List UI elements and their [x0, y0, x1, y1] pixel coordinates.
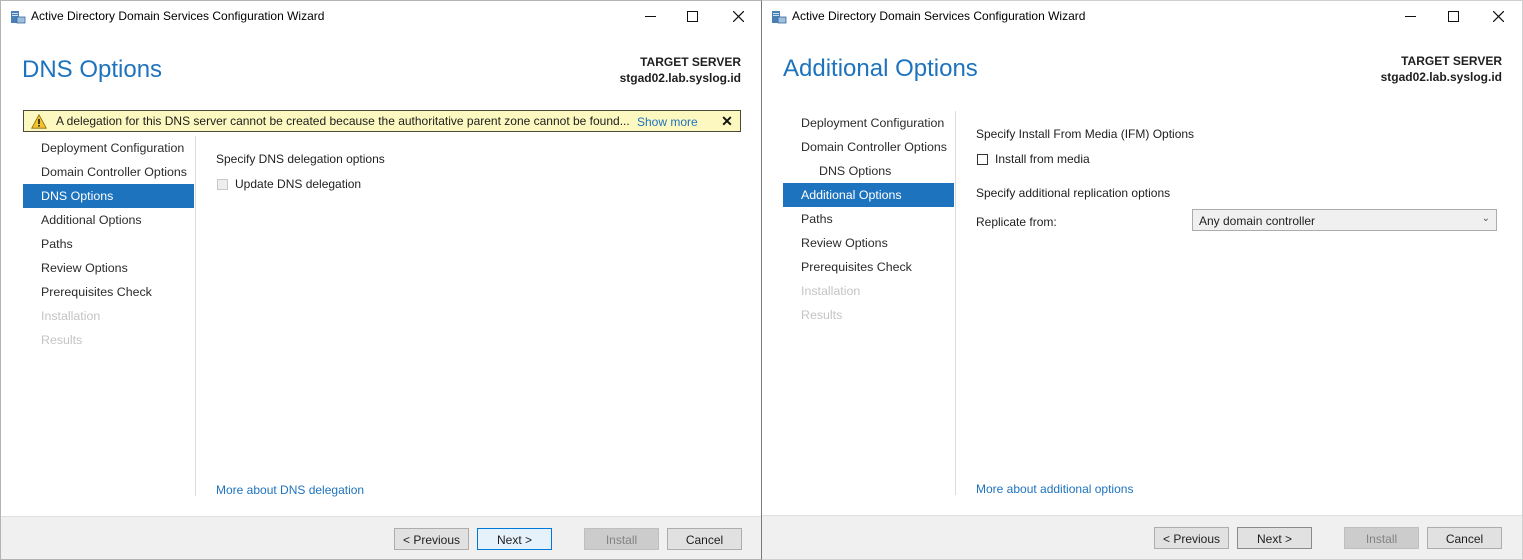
nav-item-dns-options[interactable]: DNS Options	[23, 184, 194, 208]
install-button[interactable]: Install	[1344, 527, 1419, 549]
show-more-link[interactable]: Show more	[637, 115, 698, 129]
wizard-nav: Deployment Configuration Domain Controll…	[783, 111, 954, 327]
nav-item-paths[interactable]: Paths	[23, 232, 194, 256]
nav-divider	[955, 111, 956, 495]
wizard-window-dns-options: Active Directory Domain Services Configu…	[0, 0, 762, 560]
more-about-dns-delegation-link[interactable]: More about DNS delegation	[216, 483, 364, 497]
minimize-icon[interactable]	[635, 5, 665, 27]
close-icon[interactable]: ✕	[717, 111, 737, 131]
close-icon[interactable]	[723, 5, 753, 27]
replicate-from-value: Any domain controller	[1199, 214, 1316, 228]
cancel-button[interactable]: Cancel	[1427, 527, 1502, 549]
install-from-media-label: Install from media	[995, 152, 1090, 166]
next-button[interactable]: Next >	[1237, 527, 1312, 549]
nav-item-paths[interactable]: Paths	[783, 207, 954, 231]
replicate-from-dropdown[interactable]: Any domain controller ⌄	[1192, 209, 1497, 231]
nav-item-results: Results	[41, 333, 83, 347]
nav-item-installation: Installation	[801, 284, 861, 298]
server-manager-icon	[772, 11, 787, 24]
close-icon[interactable]	[1483, 5, 1513, 27]
update-dns-delegation-label: Update DNS delegation	[235, 177, 362, 191]
wizard-footer: < Previous Next > Install Cancel	[1, 516, 761, 559]
maximize-icon[interactable]	[1438, 5, 1468, 27]
nav-item-additional-options[interactable]: Additional Options	[783, 183, 954, 207]
cancel-button[interactable]: Cancel	[667, 528, 742, 550]
previous-button[interactable]: < Previous	[1154, 527, 1229, 549]
nav-item-domain-controller-options[interactable]: Domain Controller Options	[783, 135, 954, 159]
nav-item-prerequisites-check[interactable]: Prerequisites Check	[783, 255, 954, 279]
nav-item-installation: Installation	[41, 309, 101, 323]
nav-item-additional-options[interactable]: Additional Options	[23, 208, 194, 232]
minimize-icon[interactable]	[1395, 5, 1425, 27]
nav-item-dns-options[interactable]: DNS Options	[783, 159, 954, 183]
target-server-label: TARGET SERVER	[640, 55, 741, 69]
warning-bar: A delegation for this DNS server cannot …	[23, 110, 741, 132]
install-button[interactable]: Install	[584, 528, 659, 550]
nav-item-domain-controller-options[interactable]: Domain Controller Options	[23, 160, 194, 184]
wizard-footer: < Previous Next > Install Cancel	[762, 515, 1522, 559]
warning-triangle-icon	[31, 114, 47, 129]
page-title: DNS Options	[22, 56, 163, 83]
install-from-media-row: Install from media	[977, 152, 1090, 166]
title-bar[interactable]: Active Directory Domain Services Configu…	[762, 1, 1522, 32]
window-title: Active Directory Domain Services Configu…	[792, 9, 1086, 23]
ifm-section-label: Specify Install From Media (IFM) Options	[976, 127, 1195, 141]
wizard-window-additional-options: Active Directory Domain Services Configu…	[762, 0, 1523, 560]
dns-delegation-section-label: Specify DNS delegation options	[216, 152, 385, 166]
nav-divider	[195, 136, 196, 496]
update-dns-delegation-row: Update DNS delegation	[217, 177, 361, 191]
target-server-label: TARGET SERVER	[1401, 54, 1502, 68]
previous-button[interactable]: < Previous	[394, 528, 469, 550]
more-about-additional-options-link[interactable]: More about additional options	[976, 482, 1133, 496]
target-server-name: stgad02.lab.syslog.id	[619, 71, 741, 85]
nav-item-results: Results	[801, 308, 843, 322]
nav-item-review-options[interactable]: Review Options	[783, 231, 954, 255]
nav-item-prerequisites-check[interactable]: Prerequisites Check	[23, 280, 194, 304]
server-manager-icon	[11, 11, 26, 24]
nav-item-review-options[interactable]: Review Options	[23, 256, 194, 280]
install-from-media-checkbox[interactable]	[977, 153, 988, 165]
replicate-from-label: Replicate from:	[976, 215, 1057, 229]
replication-section-label: Specify additional replication options	[976, 186, 1171, 200]
next-button[interactable]: Next >	[477, 528, 552, 550]
title-bar[interactable]: Active Directory Domain Services Configu…	[1, 1, 761, 32]
maximize-icon[interactable]	[677, 5, 707, 27]
target-server-name: stgad02.lab.syslog.id	[1380, 70, 1502, 84]
chevron-down-icon: ⌄	[1481, 213, 1490, 224]
warning-text: A delegation for this DNS server cannot …	[56, 114, 630, 128]
page-title: Additional Options	[783, 55, 978, 82]
nav-item-deployment-configuration[interactable]: Deployment Configuration	[783, 111, 954, 135]
window-title: Active Directory Domain Services Configu…	[31, 9, 325, 23]
wizard-nav: Deployment Configuration Domain Controll…	[23, 136, 194, 352]
update-dns-delegation-checkbox[interactable]	[217, 178, 228, 190]
nav-item-deployment-configuration[interactable]: Deployment Configuration	[23, 136, 194, 160]
